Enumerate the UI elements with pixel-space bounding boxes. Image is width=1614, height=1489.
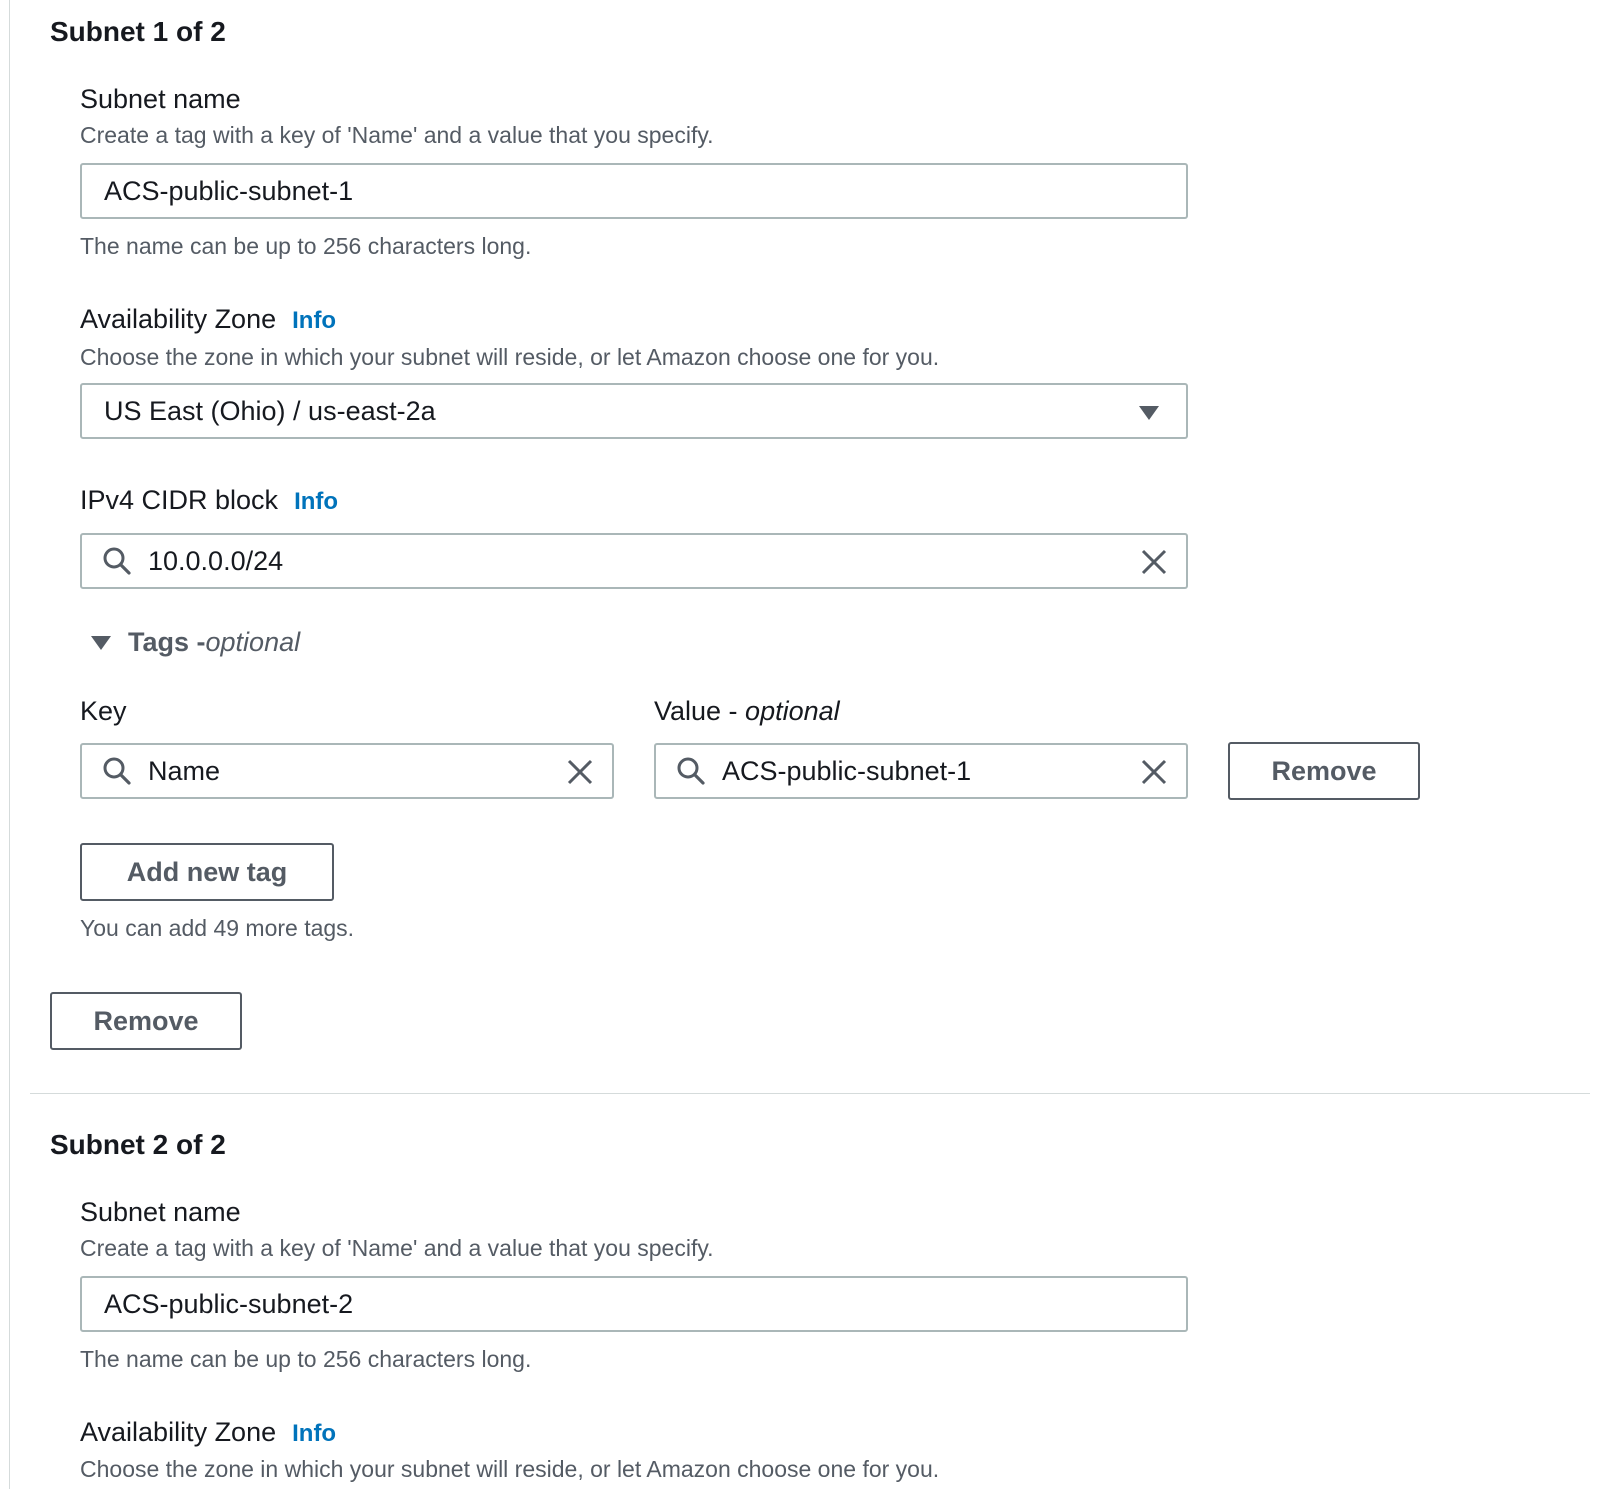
tag-value-optional-label: optional <box>745 696 840 726</box>
subnet-2-title: Subnet 2 of 2 <box>50 1129 226 1160</box>
availability-zone-selected-value: US East (Ohio) / us-east-2a <box>104 395 436 426</box>
caret-down-icon <box>90 635 112 651</box>
availability-zone-label-text: Availability Zone <box>80 304 277 334</box>
subnet-name-description: Create a tag with a key of 'Name' and a … <box>80 122 714 148</box>
subnet-name-label: Subnet name <box>80 84 241 114</box>
caret-down-icon <box>1138 405 1160 421</box>
tags-optional-label: optional <box>205 627 301 657</box>
tag-key-value: Name <box>148 755 221 786</box>
create-subnet-page: Subnet 1 of 2 Subnet name Create a tag w… <box>0 0 1614 1489</box>
subnet-2-section: Subnet 2 of 2 Subnet name Create a tag w… <box>50 1110 1590 1489</box>
availability-zone-label: Availability Zone Info <box>80 304 336 335</box>
tag-value-label-text: Value - <box>654 696 746 726</box>
container-left-border <box>9 0 10 1489</box>
tags-expander[interactable]: Tags - optional <box>90 627 300 658</box>
ipv4-cidr-info-link[interactable]: Info <box>294 488 338 515</box>
subnet-name-value: ACS-public-subnet-1 <box>104 175 354 206</box>
subnet-name-input[interactable]: ACS-public-subnet-2 <box>80 1276 1188 1332</box>
subnet-name-hint: The name can be up to 256 characters lon… <box>80 1346 532 1372</box>
availability-zone-info-link[interactable]: Info <box>292 307 336 334</box>
subnet-name-description: Create a tag with a key of 'Name' and a … <box>80 1235 714 1261</box>
subnet-name-value: ACS-public-subnet-2 <box>104 1288 354 1319</box>
tag-value-value: ACS-public-subnet-1 <box>722 755 972 786</box>
subnet-name-label: Subnet name <box>80 1197 241 1227</box>
tag-key-input[interactable]: Name <box>80 743 614 799</box>
close-icon[interactable] <box>1140 548 1168 576</box>
tags-remaining-hint: You can add 49 more tags. <box>80 915 355 941</box>
tags-label: Tags - <box>128 627 206 657</box>
availability-zone-info-link[interactable]: Info <box>292 1420 336 1447</box>
ipv4-cidr-label-text: IPv4 CIDR block <box>80 485 279 515</box>
remove-tag-button[interactable]: Remove <box>1228 742 1420 800</box>
availability-zone-description: Choose the zone in which your subnet wil… <box>80 1456 940 1482</box>
tag-key-label: Key <box>80 696 127 726</box>
search-icon <box>676 756 706 786</box>
search-icon <box>102 756 132 786</box>
close-icon[interactable] <box>1140 758 1168 786</box>
availability-zone-label-text: Availability Zone <box>80 1417 277 1447</box>
subnet-name-hint: The name can be up to 256 characters lon… <box>80 233 532 259</box>
subnet-divider <box>30 1093 1590 1094</box>
tag-value-label: Value - optional <box>654 696 840 727</box>
availability-zone-label: Availability Zone Info <box>80 1417 336 1448</box>
tag-value-input[interactable]: ACS-public-subnet-1 <box>654 743 1188 799</box>
ipv4-cidr-input[interactable]: 10.0.0.0/24 <box>80 533 1188 589</box>
subnet-1-title: Subnet 1 of 2 <box>50 16 226 47</box>
subnet-1-section: Subnet 1 of 2 Subnet name Create a tag w… <box>50 0 1590 1060</box>
availability-zone-select[interactable]: US East (Ohio) / us-east-2a <box>80 383 1188 439</box>
subnet-name-input[interactable]: ACS-public-subnet-1 <box>80 163 1188 219</box>
availability-zone-description: Choose the zone in which your subnet wil… <box>80 344 940 370</box>
remove-subnet-button[interactable]: Remove <box>50 992 242 1050</box>
ipv4-cidr-label: IPv4 CIDR block Info <box>80 485 338 516</box>
close-icon[interactable] <box>566 758 594 786</box>
search-icon <box>102 546 132 576</box>
ipv4-cidr-value: 10.0.0.0/24 <box>148 545 284 576</box>
add-new-tag-button[interactable]: Add new tag <box>80 843 334 901</box>
